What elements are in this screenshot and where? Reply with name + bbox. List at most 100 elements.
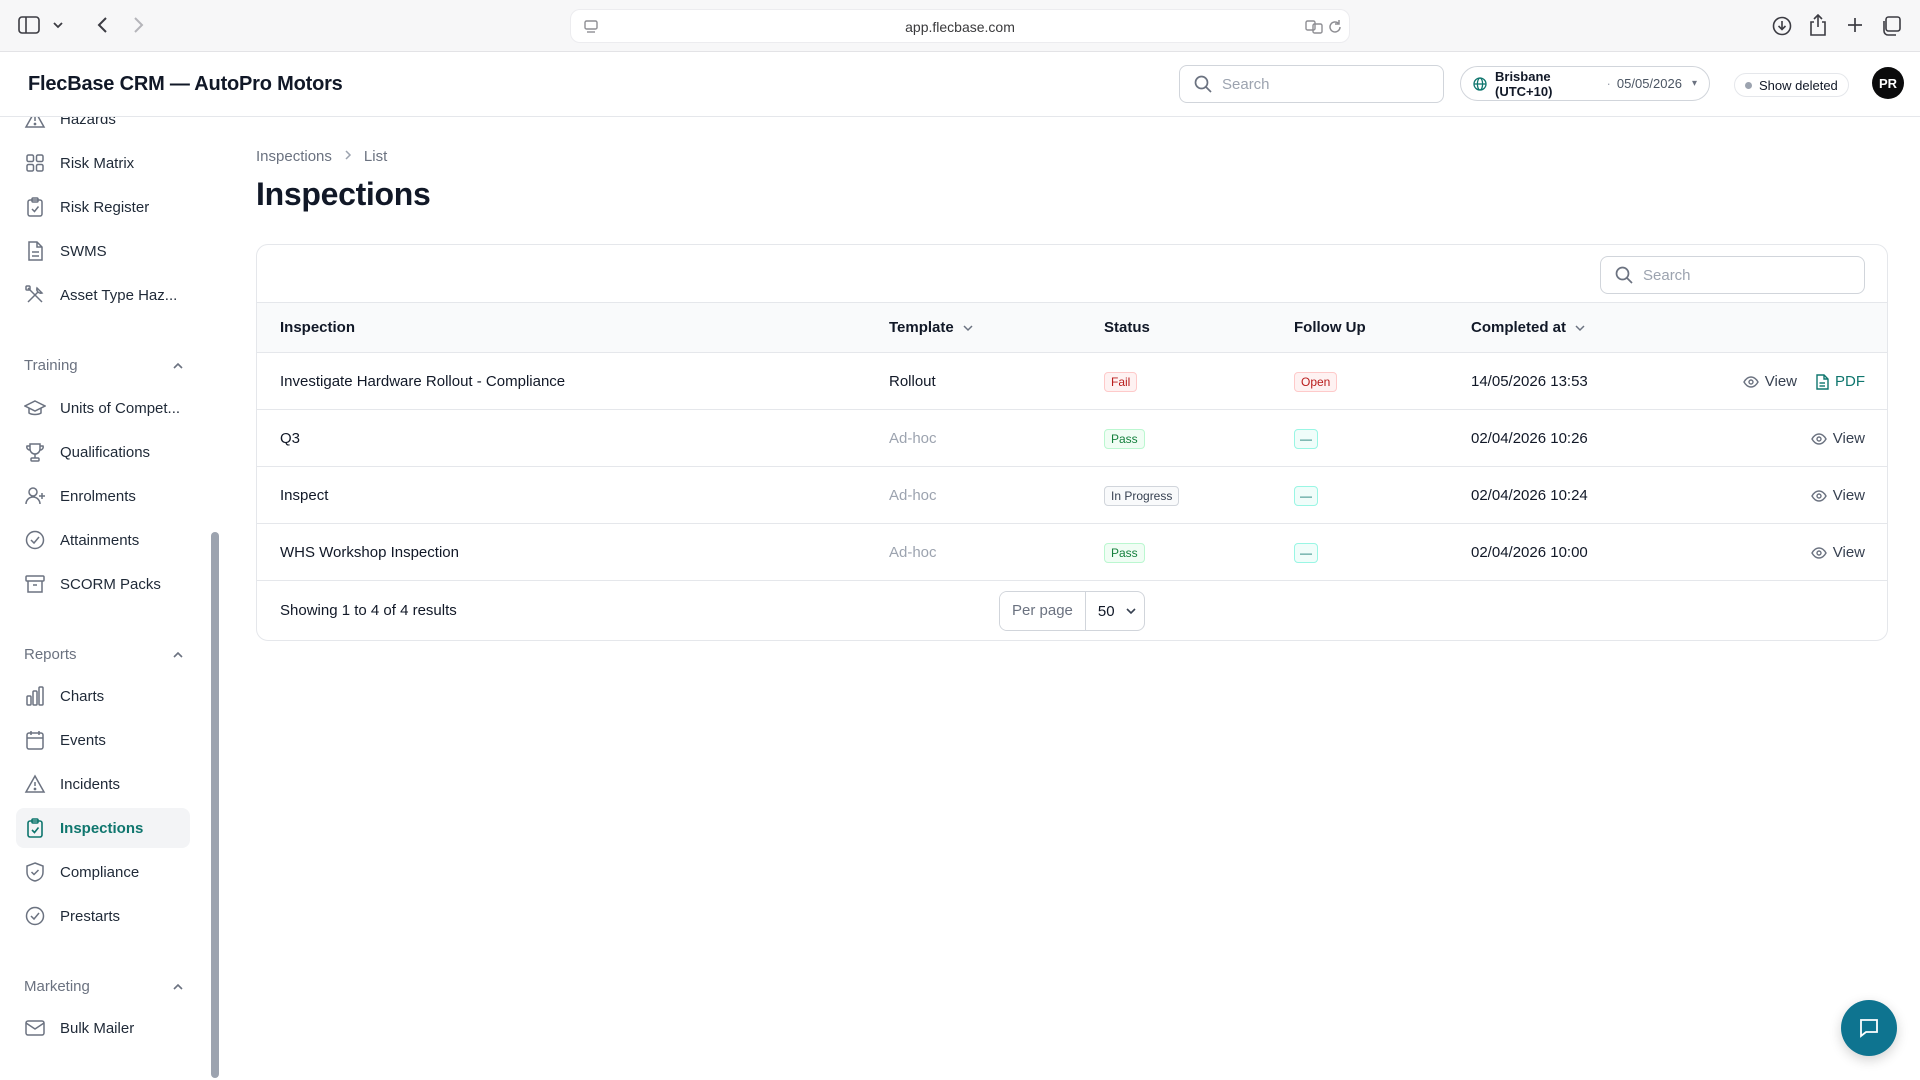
chat-support-button[interactable] xyxy=(1841,1000,1897,1056)
back-icon[interactable] xyxy=(96,15,110,35)
per-page-value: 50 xyxy=(1097,602,1115,620)
share-icon[interactable] xyxy=(1809,14,1827,36)
column-label: Status xyxy=(1104,319,1150,336)
view-label: View xyxy=(1832,430,1865,447)
table-row[interactable]: Q3 Ad-hoc Pass — 02/04/2026 10:26 View xyxy=(257,410,1887,467)
chevron-down-icon[interactable] xyxy=(52,20,64,30)
sort-chevron-icon xyxy=(1574,303,1586,353)
address-bar[interactable]: app.flecbase.com xyxy=(570,9,1350,43)
sidebar-item-prestarts[interactable]: Prestarts xyxy=(16,896,190,936)
translate-icon[interactable] xyxy=(1305,18,1323,36)
reload-icon[interactable] xyxy=(1327,19,1343,35)
sidebar-item-incidents[interactable]: Incidents xyxy=(16,764,190,804)
sidebar-item-hazards[interactable]: Hazards xyxy=(16,117,190,139)
sidebar-item-bulk-mailer[interactable]: Bulk Mailer xyxy=(16,1008,190,1048)
column-header-status: Status xyxy=(1104,303,1150,353)
follow-up-badge: — xyxy=(1294,485,1318,506)
table-search-input[interactable] xyxy=(1643,266,1843,284)
table-toolbar xyxy=(257,245,1887,303)
forward-icon[interactable] xyxy=(131,15,145,35)
search-icon xyxy=(1194,75,1212,93)
column-header-completed-at[interactable]: Completed at xyxy=(1471,303,1586,353)
sidebar-item-scorm-packs[interactable]: SCORM Packs xyxy=(16,564,190,604)
sidebar-scrollbar[interactable] xyxy=(211,532,219,1078)
column-label: Template xyxy=(889,319,954,336)
sidebar-item-label: Prestarts xyxy=(60,907,121,925)
global-search[interactable] xyxy=(1179,65,1444,103)
url-text: app.flecbase.com xyxy=(905,19,1015,35)
per-page-select[interactable]: 50 xyxy=(1086,592,1144,630)
row-actions: View PDF xyxy=(1742,353,1865,410)
shield-check-icon xyxy=(24,861,46,883)
table-row[interactable]: Investigate Hardware Rollout - Complianc… xyxy=(257,353,1887,410)
timezone-date: 05/05/2026 xyxy=(1616,76,1682,91)
sidebar-item-risk-register[interactable]: Risk Register xyxy=(16,187,190,227)
inspections-table-card: Inspection Template Status Follow Up Com… xyxy=(256,244,1888,641)
view-button[interactable]: View xyxy=(1742,373,1797,390)
sidebar-item-label: Asset Type Haz... xyxy=(60,286,178,304)
table-footer: Showing 1 to 4 of 4 results Per page 50 xyxy=(257,581,1887,640)
section-header-training[interactable]: Training xyxy=(24,354,184,376)
cell-template: Ad-hoc xyxy=(889,430,937,447)
section-title: Training xyxy=(24,356,78,374)
bar-chart-icon xyxy=(24,685,46,707)
check-circle-icon xyxy=(24,529,46,551)
tab-overview-icon[interactable] xyxy=(1881,16,1901,36)
cell-completed-at: 14/05/2026 13:53 xyxy=(1471,373,1588,390)
sidebar-item-inspections[interactable]: Inspections xyxy=(16,808,190,848)
pdf-button[interactable]: PDF xyxy=(1815,373,1865,390)
table-row[interactable]: WHS Workshop Inspection Ad-hoc Pass — 02… xyxy=(257,524,1887,581)
sidebar-item-label: Risk Register xyxy=(60,198,150,216)
clipboard-check-icon xyxy=(24,817,46,839)
per-page-control[interactable]: Per page 50 xyxy=(999,591,1145,631)
chevron-up-icon xyxy=(172,357,184,374)
breadcrumb-current: List xyxy=(363,148,388,165)
timezone-selector[interactable]: Brisbane (UTC+10) · 05/05/2026 ▾ xyxy=(1460,66,1710,101)
sidebar-item-label: Qualifications xyxy=(60,443,151,461)
sidebar-item-units-of-competency[interactable]: Units of Compet... xyxy=(16,388,190,428)
new-tab-icon[interactable] xyxy=(1846,16,1864,34)
sidebar-item-qualifications[interactable]: Qualifications xyxy=(16,432,190,472)
sidebar-item-compliance[interactable]: Compliance xyxy=(16,852,190,892)
column-label: Follow Up xyxy=(1294,319,1366,336)
section-title: Reports xyxy=(24,645,77,663)
sidebar-toggle-icon[interactable] xyxy=(18,16,40,34)
toggle-indicator xyxy=(1745,81,1752,89)
view-button[interactable]: View xyxy=(1810,487,1865,504)
show-deleted-toggle[interactable]: Show deleted xyxy=(1734,73,1849,97)
sidebar-item-enrolments[interactable]: Enrolments xyxy=(16,476,190,516)
file-pdf-icon xyxy=(1815,373,1829,390)
sidebar-item-asset-type-hazards[interactable]: Asset Type Haz... xyxy=(16,275,190,315)
cell-completed-at: 02/04/2026 10:24 xyxy=(1471,487,1588,504)
section-title: Marketing xyxy=(24,977,90,995)
sidebar-item-events[interactable]: Events xyxy=(16,720,190,760)
column-label: Inspection xyxy=(280,319,356,336)
user-avatar[interactable]: PR xyxy=(1872,67,1904,99)
eye-icon xyxy=(1810,432,1827,445)
column-header-template[interactable]: Template xyxy=(889,303,974,353)
sidebar-item-swms[interactable]: SWMS xyxy=(16,231,190,271)
app-header: FlecBase CRM — AutoPro Motors Brisbane (… xyxy=(0,52,1920,117)
global-search-input[interactable] xyxy=(1222,75,1422,93)
download-icon[interactable] xyxy=(1772,16,1792,36)
sidebar-item-charts[interactable]: Charts xyxy=(16,676,190,716)
status-badge: Pass xyxy=(1104,542,1145,563)
section-header-reports[interactable]: Reports xyxy=(24,643,184,665)
timezone-city: Brisbane (UTC+10) xyxy=(1495,68,1553,99)
search-icon xyxy=(1615,266,1633,284)
section-header-marketing[interactable]: Marketing xyxy=(24,975,184,997)
view-button[interactable]: View xyxy=(1810,544,1865,561)
view-button[interactable]: View xyxy=(1810,430,1865,447)
sidebar-item-label: Enrolments xyxy=(60,487,136,505)
table-search[interactable] xyxy=(1600,256,1865,294)
view-label: View xyxy=(1764,373,1797,390)
sidebar-item-risk-matrix[interactable]: Risk Matrix xyxy=(16,143,190,183)
sidebar-item-label: Incidents xyxy=(60,775,121,793)
calendar-icon xyxy=(24,729,46,751)
page-title: Inspections xyxy=(256,176,431,212)
follow-up-badge: — xyxy=(1294,542,1318,563)
table-row[interactable]: Inspect Ad-hoc In Progress — 02/04/2026 … xyxy=(257,467,1887,524)
warning-icon xyxy=(24,117,46,130)
sidebar-item-attainments[interactable]: Attainments xyxy=(16,520,190,560)
breadcrumb-link-inspections[interactable]: Inspections xyxy=(256,148,332,165)
